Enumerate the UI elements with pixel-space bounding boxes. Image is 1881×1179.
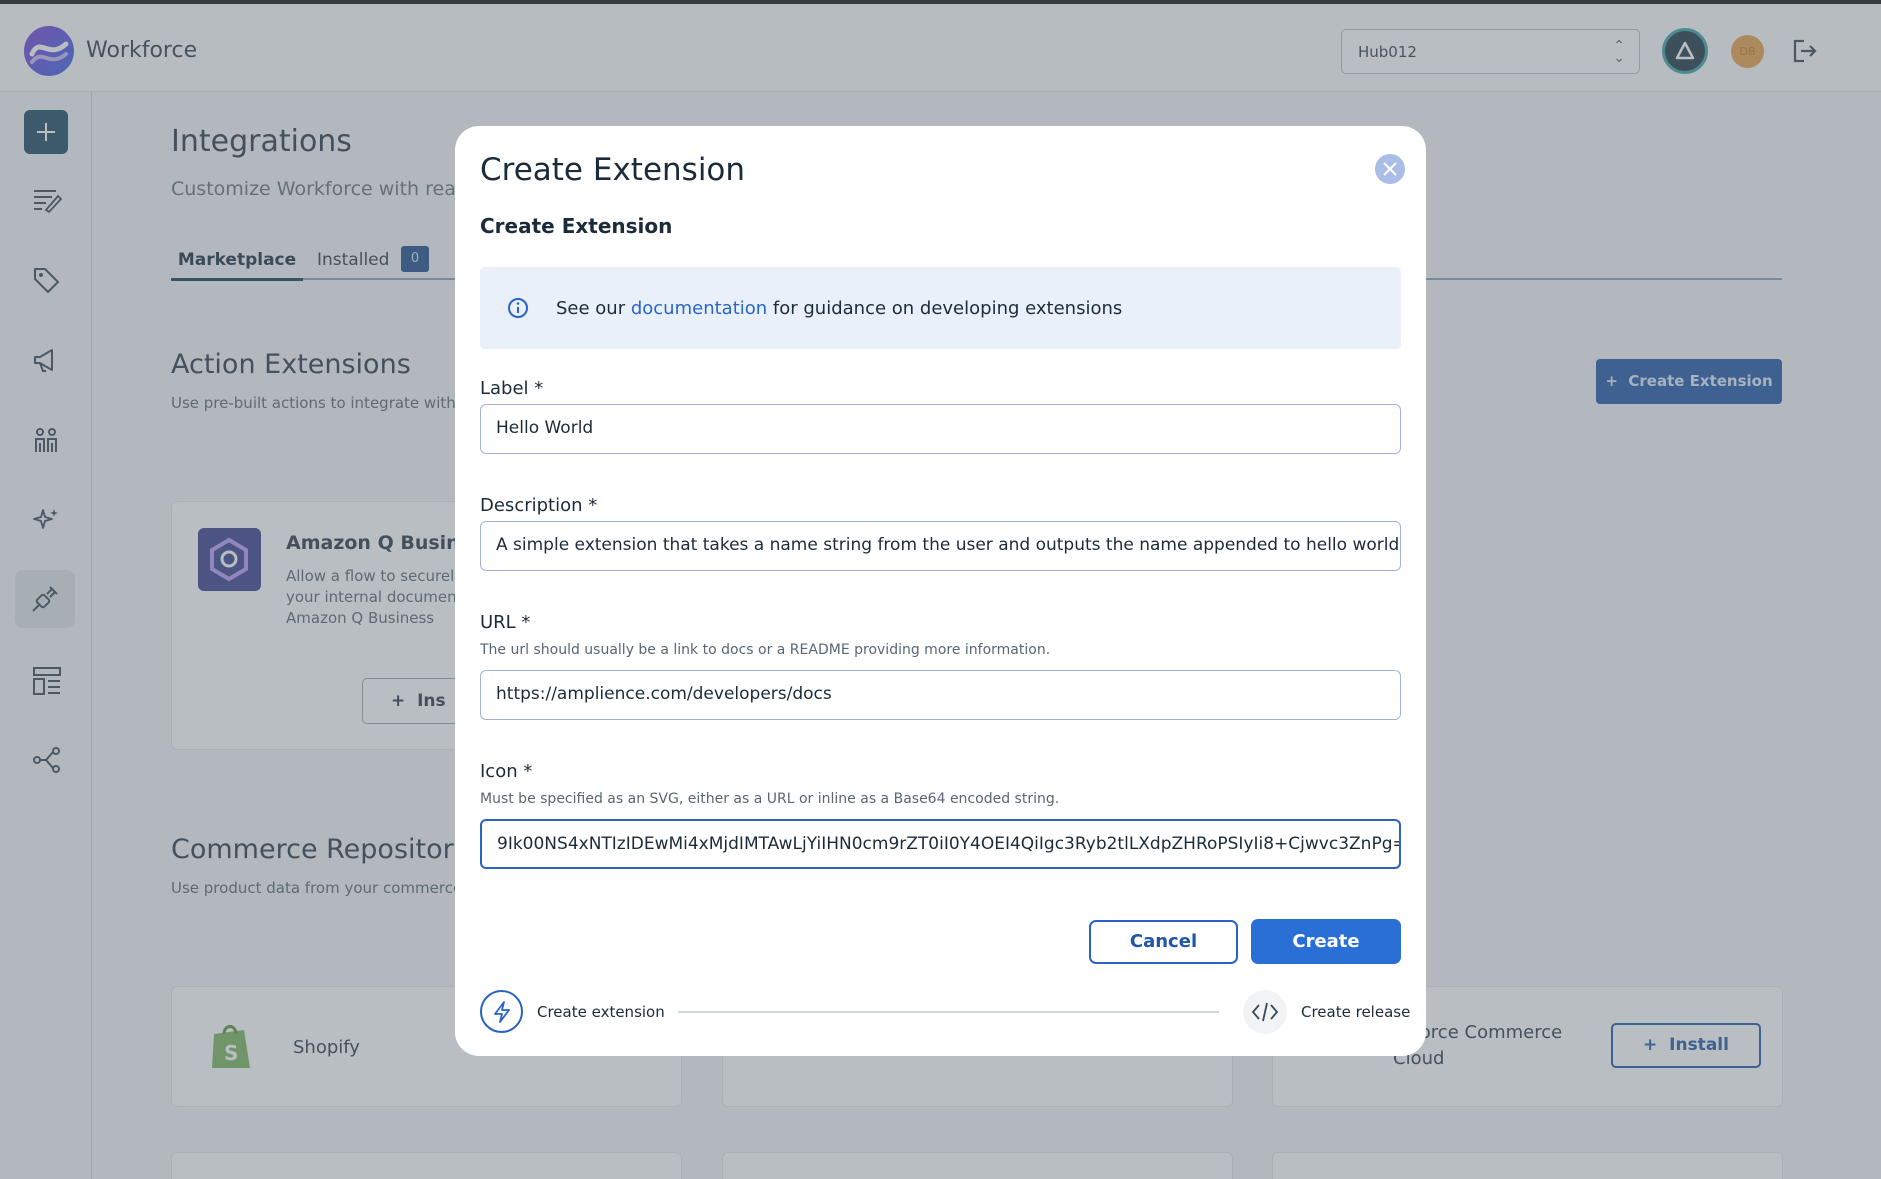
- step-progress-line: [678, 1011, 1219, 1013]
- step-create-extension-icon: [480, 990, 523, 1033]
- url-field-label: URL *: [480, 612, 531, 633]
- icon-input[interactable]: 9Ik00NS4xNTIzIDEwMi4xMjdIMTAwLjYiIHN0cm9…: [480, 819, 1401, 869]
- info-text: See our documentation for guidance on de…: [556, 298, 1122, 319]
- create-button[interactable]: Create: [1251, 919, 1401, 964]
- cancel-button[interactable]: Cancel: [1089, 920, 1238, 964]
- icon-input-value: 9Ik00NS4xNTIzIDEwMi4xMjdIMTAwLjYiIHN0cm9…: [497, 834, 1401, 854]
- info-text-suffix: for guidance on developing extensions: [767, 298, 1123, 319]
- label-field-label: Label *: [480, 378, 544, 399]
- info-banner: See our documentation for guidance on de…: [480, 267, 1401, 349]
- lightning-icon: [494, 1001, 510, 1023]
- description-field-label: Description *: [480, 495, 598, 516]
- create-extension-modal: Create Extension Create Extension See ou…: [455, 126, 1426, 1056]
- icon-field-label: Icon *: [480, 761, 533, 782]
- close-button[interactable]: [1375, 154, 1405, 184]
- description-input[interactable]: A simple extension that takes a name str…: [480, 521, 1401, 571]
- step-create-extension-label: Create extension: [537, 1003, 665, 1021]
- documentation-link[interactable]: documentation: [631, 298, 767, 319]
- info-text-prefix: See our: [556, 298, 631, 319]
- code-icon: [1251, 1002, 1279, 1022]
- label-input[interactable]: Hello World: [480, 404, 1401, 454]
- step-create-release-icon: [1243, 990, 1287, 1034]
- modal-title: Create Extension: [480, 152, 746, 188]
- modal-subtitle: Create Extension: [480, 214, 673, 238]
- url-field-help: The url should usually be a link to docs…: [480, 642, 1051, 658]
- step-create-release-label: Create release: [1301, 1003, 1411, 1021]
- close-icon: [1383, 162, 1397, 176]
- icon-field-help: Must be specified as an SVG, either as a…: [480, 791, 1060, 807]
- info-icon: [508, 298, 528, 318]
- url-input[interactable]: https://amplience.com/developers/docs: [480, 670, 1401, 720]
